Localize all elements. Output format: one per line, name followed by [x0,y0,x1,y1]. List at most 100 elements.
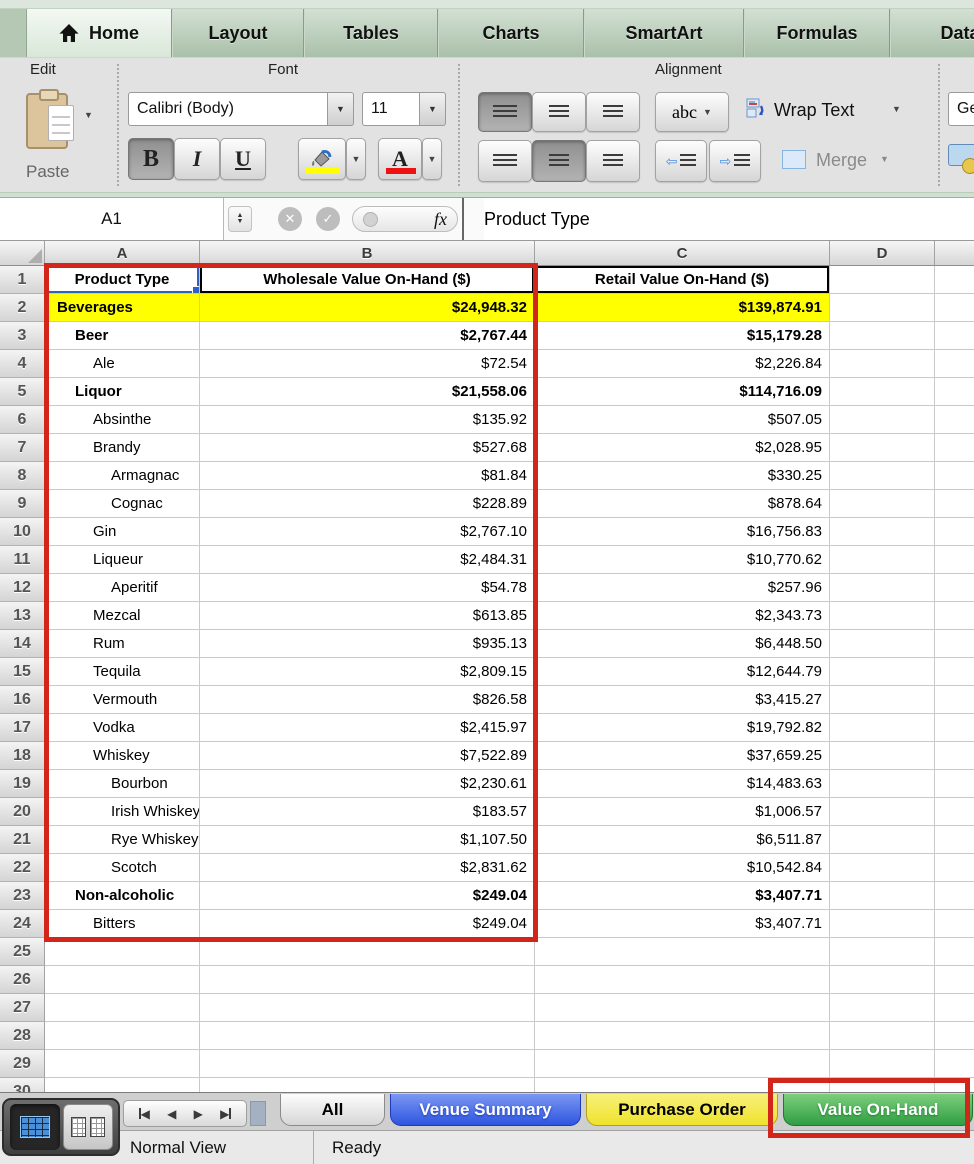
cell[interactable] [45,1078,200,1092]
cell[interactable] [935,910,974,938]
cell[interactable]: $10,542.84 [535,854,830,882]
align-right-button[interactable] [586,140,640,182]
cell[interactable]: Liquor [45,378,200,406]
cell[interactable]: $37,659.25 [535,742,830,770]
cell[interactable] [830,686,935,714]
cell[interactable] [535,938,830,966]
tab-charts[interactable]: Charts [438,9,584,57]
align-left-button[interactable] [478,140,532,182]
cell[interactable] [830,1078,935,1092]
cell[interactable]: Scotch [45,854,200,882]
align-middle-button[interactable] [532,92,586,132]
row-header-24[interactable]: 24 [0,910,45,938]
wrap-text-dropdown-icon[interactable]: ▼ [892,104,901,114]
column-header-C[interactable]: C [535,241,830,266]
cell[interactable]: $935.13 [200,630,535,658]
cell[interactable]: $228.89 [200,490,535,518]
next-sheet-icon[interactable]: ▶ [194,1107,203,1121]
row-header-19[interactable]: 19 [0,770,45,798]
cell[interactable]: $1,006.57 [535,798,830,826]
cell[interactable]: $6,448.50 [535,630,830,658]
cell[interactable] [830,658,935,686]
cell[interactable]: $7,522.89 [200,742,535,770]
name-box-stepper[interactable]: ▲ ▼ [228,206,252,232]
cell[interactable]: $15,179.28 [535,322,830,350]
cell[interactable]: $613.85 [200,602,535,630]
row-header-1[interactable]: 1 [0,266,45,294]
cell[interactable] [830,882,935,910]
cell[interactable]: $2,484.31 [200,546,535,574]
cell[interactable]: Beverages [45,294,200,322]
cell[interactable]: Aperitif [45,574,200,602]
accept-icon[interactable]: ✓ [316,207,340,231]
cell[interactable] [45,938,200,966]
paste-button[interactable] [14,86,80,156]
cell[interactable]: $72.54 [200,350,535,378]
cell[interactable] [830,630,935,658]
cell[interactable] [935,350,974,378]
cell[interactable] [935,966,974,994]
cell[interactable] [830,546,935,574]
font-name-select[interactable]: Calibri (Body) [128,92,328,126]
cell[interactable]: $19,792.82 [535,714,830,742]
cell[interactable] [830,798,935,826]
cell[interactable] [200,1050,535,1078]
cell[interactable] [535,1050,830,1078]
select-all-corner[interactable] [0,241,45,266]
font-color-dropdown-icon[interactable]: ▼ [422,138,442,180]
cell[interactable]: $21,558.06 [200,378,535,406]
cell[interactable] [830,826,935,854]
cell[interactable]: Non-alcoholic [45,882,200,910]
cell[interactable]: Mezcal [45,602,200,630]
cell[interactable]: Cognac [45,490,200,518]
cell[interactable]: $2,226.84 [535,350,830,378]
row-header-11[interactable]: 11 [0,546,45,574]
cell[interactable] [535,1022,830,1050]
cell[interactable] [935,574,974,602]
cell[interactable]: Rye Whiskey [45,826,200,854]
tab-layout[interactable]: Layout [172,9,304,57]
cell[interactable] [830,490,935,518]
cell[interactable] [935,742,974,770]
row-header-27[interactable]: 27 [0,994,45,1022]
cell[interactable]: $2,028.95 [535,434,830,462]
row-header-5[interactable]: 5 [0,378,45,406]
cell[interactable]: $14,483.63 [535,770,830,798]
cell[interactable] [45,1050,200,1078]
cell[interactable] [935,686,974,714]
formula-input[interactable]: Product Type [484,198,974,240]
cell[interactable]: $1,107.50 [200,826,535,854]
cell[interactable]: $2,831.62 [200,854,535,882]
align-top-button[interactable] [478,92,532,132]
cell[interactable] [935,1022,974,1050]
row-header-13[interactable]: 13 [0,602,45,630]
cell[interactable] [45,1022,200,1050]
cell[interactable] [830,294,935,322]
italic-button[interactable]: I [174,138,220,180]
cell[interactable]: $330.25 [535,462,830,490]
cell[interactable]: $183.57 [200,798,535,826]
cell[interactable]: $249.04 [200,882,535,910]
tab-data[interactable]: Data [890,9,974,57]
row-header-20[interactable]: 20 [0,798,45,826]
decrease-indent-button[interactable]: ⇦ [655,140,707,182]
sheet-tab-all[interactable]: All [280,1094,385,1126]
row-header-30[interactable]: 30 [0,1078,45,1092]
cell[interactable]: $257.96 [535,574,830,602]
cell[interactable]: Bitters [45,910,200,938]
cell[interactable] [935,994,974,1022]
cell[interactable] [830,966,935,994]
row-header-28[interactable]: 28 [0,1022,45,1050]
sheet-tab-purchase-order[interactable]: Purchase Order [586,1094,778,1126]
row-header-26[interactable]: 26 [0,966,45,994]
row-header-29[interactable]: 29 [0,1050,45,1078]
merge-dropdown-icon[interactable]: ▼ [880,154,889,164]
row-header-18[interactable]: 18 [0,742,45,770]
align-bottom-button[interactable] [586,92,640,132]
cell[interactable]: Beer [45,322,200,350]
row-header-8[interactable]: 8 [0,462,45,490]
row-header-17[interactable]: 17 [0,714,45,742]
column-header-E[interactable] [935,241,974,266]
cell[interactable]: Armagnac [45,462,200,490]
paste-dropdown-icon[interactable]: ▼ [84,110,93,120]
